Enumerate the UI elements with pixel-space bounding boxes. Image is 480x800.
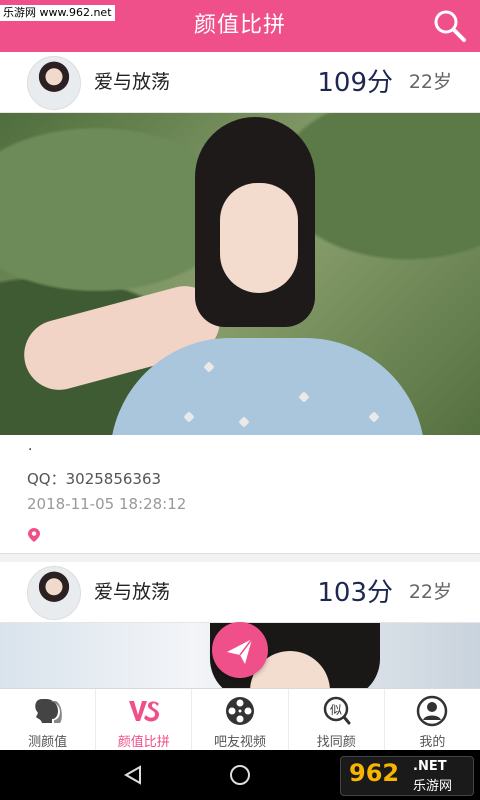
- tab-find-similar[interactable]: 似 找同颜: [289, 689, 385, 751]
- page-title: 颜值比拼: [193, 13, 286, 38]
- logo-number: 962: [349, 759, 399, 787]
- post-username[interactable]: 爱与放荡: [94, 577, 170, 604]
- logo-sub: 乐游网: [413, 779, 453, 794]
- send-plane-button[interactable]: [212, 622, 268, 678]
- post-age: 22岁: [408, 71, 452, 93]
- tab-label: 找同颜: [316, 735, 356, 750]
- post-header: 爱与放荡 103分 22岁: [0, 562, 480, 623]
- bottom-tab-bar: 测颜值 颜值比拼 吧友视频 似 找同颜 我的: [0, 688, 480, 751]
- post-card[interactable]: 爱与放荡 109分 22岁 · QQ：3025856363 2018-11-05…: [0, 52, 480, 554]
- post-score: 109分: [317, 68, 393, 98]
- app-header: 乐游网 www.962.net 颜值比拼: [0, 0, 480, 52]
- 962-logo: 962 .NET 乐游网: [340, 756, 474, 796]
- logo-number-text: 962: [349, 759, 400, 787]
- search-icon[interactable]: [432, 8, 468, 44]
- photo-face: [220, 183, 298, 293]
- avatar[interactable]: [27, 56, 81, 110]
- svg-text:似: 似: [330, 703, 342, 717]
- vs-icon: [128, 701, 159, 722]
- post-timestamp: 2018-11-05 18:28:12: [27, 495, 187, 513]
- feed[interactable]: 爱与放荡 109分 22岁 · QQ：3025856363 2018-11-05…: [0, 52, 480, 688]
- logo-net: .NET: [413, 759, 447, 774]
- post-body: · QQ：3025856363 2018-11-05 18:28:12: [0, 435, 480, 554]
- post-age: 22岁: [408, 581, 452, 603]
- post-username[interactable]: 爱与放荡: [94, 67, 170, 94]
- post-photo[interactable]: [0, 113, 480, 435]
- post-score: 103分: [317, 578, 393, 608]
- card-divider: [0, 554, 480, 562]
- paper-plane-icon: [227, 638, 253, 664]
- tab-label: 测颜值: [28, 735, 68, 750]
- film-reel-icon: [226, 697, 254, 725]
- post-qq: QQ：3025856363: [27, 470, 162, 488]
- post-header: 爱与放荡 109分 22岁: [0, 52, 480, 113]
- tab-label: 吧友视频: [214, 735, 267, 750]
- tab-label: 我的: [419, 735, 446, 750]
- tab-face-battle[interactable]: 颜值比拼: [96, 689, 193, 751]
- user-icon: [417, 695, 448, 727]
- location-pin-icon[interactable]: [28, 528, 40, 542]
- tab-label: 颜值比拼: [117, 735, 170, 750]
- avatar[interactable]: [27, 566, 81, 620]
- back-icon[interactable]: [122, 764, 144, 786]
- post-caption: ·: [28, 442, 33, 458]
- home-icon[interactable]: [229, 764, 251, 786]
- face-profile-icon: [34, 699, 62, 723]
- similar-face-icon: 似: [323, 696, 351, 725]
- tab-member-videos[interactable]: 吧友视频: [192, 689, 289, 751]
- tab-mine[interactable]: 我的: [385, 689, 480, 751]
- tab-test-face[interactable]: 测颜值: [0, 689, 97, 751]
